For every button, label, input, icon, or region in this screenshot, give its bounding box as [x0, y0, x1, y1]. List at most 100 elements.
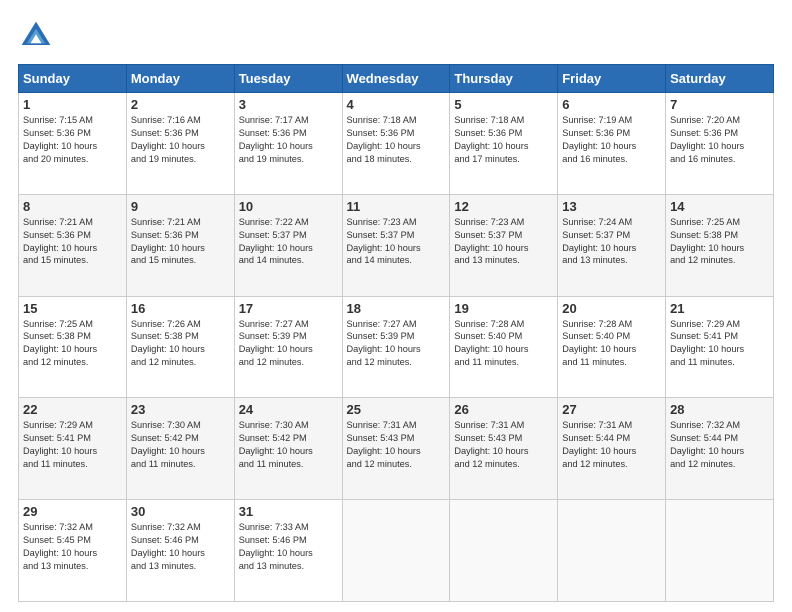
- day-info: Sunrise: 7:30 AMSunset: 5:42 PMDaylight:…: [131, 419, 230, 471]
- calendar-cell: 17 Sunrise: 7:27 AMSunset: 5:39 PMDayligh…: [234, 296, 342, 398]
- logo: [18, 18, 58, 54]
- calendar-cell: 21Sunrise: 7:29 AMSunset: 5:41 PMDayligh…: [666, 296, 774, 398]
- calendar-cell: 30Sunrise: 7:32 AMSunset: 5:46 PMDayligh…: [126, 500, 234, 602]
- day-number: 24: [239, 402, 338, 417]
- day-info: Sunrise: 7:29 AMSunset: 5:41 PMDaylight:…: [670, 318, 769, 370]
- day-number: 11: [347, 199, 446, 214]
- day-info: Sunrise: 7:25 AMSunset: 5:38 PMDaylight:…: [670, 216, 769, 268]
- calendar-cell: 16Sunrise: 7:26 AMSunset: 5:38 PMDayligh…: [126, 296, 234, 398]
- header: [18, 18, 774, 54]
- day-number: 10: [239, 199, 338, 214]
- calendar-cell: 18Sunrise: 7:27 AMSunset: 5:39 PMDayligh…: [342, 296, 450, 398]
- calendar-cell: 8 Sunrise: 7:21 AMSunset: 5:36 PMDaylight…: [19, 194, 127, 296]
- calendar-cell: [558, 500, 666, 602]
- day-number: 9: [131, 199, 230, 214]
- day-info: Sunrise: 7:31 AMSunset: 5:43 PMDaylight:…: [347, 419, 446, 471]
- calendar-cell: 15 Sunrise: 7:25 AMSunset: 5:38 PMDayligh…: [19, 296, 127, 398]
- day-info: Sunrise: 7:21 AMSunset: 5:36 PMDaylight:…: [131, 216, 230, 268]
- day-number: 2: [131, 97, 230, 112]
- day-number: 20: [562, 301, 661, 316]
- day-number: 30: [131, 504, 230, 519]
- calendar-cell: 26 Sunrise: 7:31 AMSunset: 5:43 PMDayligh…: [450, 398, 558, 500]
- calendar-cell: 1 Sunrise: 7:15 AMSunset: 5:36 PMDaylight…: [19, 93, 127, 195]
- day-info: Sunrise: 7:32 AMSunset: 5:44 PMDaylight:…: [670, 419, 769, 471]
- day-info: Sunrise: 7:31 AMSunset: 5:43 PMDaylight:…: [454, 419, 553, 471]
- calendar-cell: 6Sunrise: 7:19 AMSunset: 5:36 PMDaylight…: [558, 93, 666, 195]
- calendar-cell: 12 Sunrise: 7:23 AMSunset: 5:37 PMDayligh…: [450, 194, 558, 296]
- day-number: 29: [23, 504, 122, 519]
- day-info: Sunrise: 7:28 AMSunset: 5:40 PMDaylight:…: [562, 318, 661, 370]
- day-number: 5: [454, 97, 553, 112]
- day-number: 27: [562, 402, 661, 417]
- calendar-cell: 14 Sunrise: 7:25 AMSunset: 5:38 PMDayligh…: [666, 194, 774, 296]
- day-number: 17: [239, 301, 338, 316]
- day-info: Sunrise: 7:23 AMSunset: 5:37 PMDaylight:…: [347, 216, 446, 268]
- calendar-cell: 20 Sunrise: 7:28 AMSunset: 5:40 PMDayligh…: [558, 296, 666, 398]
- day-number: 1: [23, 97, 122, 112]
- calendar-week-row: 8 Sunrise: 7:21 AMSunset: 5:36 PMDaylight…: [19, 194, 774, 296]
- calendar-cell: [450, 500, 558, 602]
- day-number: 12: [454, 199, 553, 214]
- day-info: Sunrise: 7:25 AMSunset: 5:38 PMDaylight:…: [23, 318, 122, 370]
- calendar-cell: 2Sunrise: 7:16 AMSunset: 5:36 PMDaylight…: [126, 93, 234, 195]
- day-info: Sunrise: 7:32 AMSunset: 5:45 PMDaylight:…: [23, 521, 122, 573]
- day-number: 25: [347, 402, 446, 417]
- calendar-cell: [666, 500, 774, 602]
- day-number: 23: [131, 402, 230, 417]
- calendar-cell: 10 Sunrise: 7:22 AMSunset: 5:37 PMDayligh…: [234, 194, 342, 296]
- day-info: Sunrise: 7:17 AMSunset: 5:36 PMDaylight:…: [239, 114, 338, 166]
- calendar-week-row: 22 Sunrise: 7:29 AMSunset: 5:41 PMDayligh…: [19, 398, 774, 500]
- day-info: Sunrise: 7:33 AMSunset: 5:46 PMDaylight:…: [239, 521, 338, 573]
- calendar-cell: [342, 500, 450, 602]
- calendar-cell: 22 Sunrise: 7:29 AMSunset: 5:41 PMDayligh…: [19, 398, 127, 500]
- day-number: 16: [131, 301, 230, 316]
- day-number: 18: [347, 301, 446, 316]
- calendar-cell: 4 Sunrise: 7:18 AMSunset: 5:36 PMDaylight…: [342, 93, 450, 195]
- day-info: Sunrise: 7:21 AMSunset: 5:36 PMDaylight:…: [23, 216, 122, 268]
- calendar-cell: 31Sunrise: 7:33 AMSunset: 5:46 PMDayligh…: [234, 500, 342, 602]
- day-info: Sunrise: 7:30 AMSunset: 5:42 PMDaylight:…: [239, 419, 338, 471]
- day-info: Sunrise: 7:20 AMSunset: 5:36 PMDaylight:…: [670, 114, 769, 166]
- calendar-header-cell: Monday: [126, 65, 234, 93]
- calendar-cell: 9 Sunrise: 7:21 AMSunset: 5:36 PMDaylight…: [126, 194, 234, 296]
- day-number: 15: [23, 301, 122, 316]
- calendar-cell: 25 Sunrise: 7:31 AMSunset: 5:43 PMDayligh…: [342, 398, 450, 500]
- calendar-cell: 5 Sunrise: 7:18 AMSunset: 5:36 PMDaylight…: [450, 93, 558, 195]
- day-info: Sunrise: 7:23 AMSunset: 5:37 PMDaylight:…: [454, 216, 553, 268]
- day-info: Sunrise: 7:22 AMSunset: 5:37 PMDaylight:…: [239, 216, 338, 268]
- day-number: 8: [23, 199, 122, 214]
- calendar-header-cell: Tuesday: [234, 65, 342, 93]
- calendar-cell: 13Sunrise: 7:24 AMSunset: 5:37 PMDayligh…: [558, 194, 666, 296]
- day-number: 19: [454, 301, 553, 316]
- day-number: 13: [562, 199, 661, 214]
- day-info: Sunrise: 7:29 AMSunset: 5:41 PMDaylight:…: [23, 419, 122, 471]
- day-info: Sunrise: 7:28 AMSunset: 5:40 PMDaylight:…: [454, 318, 553, 370]
- calendar-week-row: 15 Sunrise: 7:25 AMSunset: 5:38 PMDayligh…: [19, 296, 774, 398]
- calendar-week-row: 29 Sunrise: 7:32 AMSunset: 5:45 PMDayligh…: [19, 500, 774, 602]
- calendar-header-cell: Saturday: [666, 65, 774, 93]
- day-number: 7: [670, 97, 769, 112]
- day-number: 22: [23, 402, 122, 417]
- day-number: 3: [239, 97, 338, 112]
- calendar-cell: 7 Sunrise: 7:20 AMSunset: 5:36 PMDaylight…: [666, 93, 774, 195]
- calendar-cell: 3 Sunrise: 7:17 AMSunset: 5:36 PMDaylight…: [234, 93, 342, 195]
- day-info: Sunrise: 7:19 AMSunset: 5:36 PMDaylight:…: [562, 114, 661, 166]
- day-info: Sunrise: 7:31 AMSunset: 5:44 PMDaylight:…: [562, 419, 661, 471]
- calendar-cell: 11 Sunrise: 7:23 AMSunset: 5:37 PMDayligh…: [342, 194, 450, 296]
- calendar-header-cell: Friday: [558, 65, 666, 93]
- day-number: 26: [454, 402, 553, 417]
- page: SundayMondayTuesdayWednesdayThursdayFrid…: [0, 0, 792, 612]
- day-number: 14: [670, 199, 769, 214]
- calendar-header-cell: Wednesday: [342, 65, 450, 93]
- calendar-header-cell: Thursday: [450, 65, 558, 93]
- day-info: Sunrise: 7:27 AMSunset: 5:39 PMDaylight:…: [239, 318, 338, 370]
- day-number: 28: [670, 402, 769, 417]
- logo-icon: [18, 18, 54, 54]
- day-number: 4: [347, 97, 446, 112]
- calendar-cell: 24 Sunrise: 7:30 AMSunset: 5:42 PMDayligh…: [234, 398, 342, 500]
- day-info: Sunrise: 7:18 AMSunset: 5:36 PMDaylight:…: [347, 114, 446, 166]
- calendar-cell: 29 Sunrise: 7:32 AMSunset: 5:45 PMDayligh…: [19, 500, 127, 602]
- day-info: Sunrise: 7:15 AMSunset: 5:36 PMDaylight:…: [23, 114, 122, 166]
- calendar-cell: 23 Sunrise: 7:30 AMSunset: 5:42 PMDayligh…: [126, 398, 234, 500]
- day-info: Sunrise: 7:18 AMSunset: 5:36 PMDaylight:…: [454, 114, 553, 166]
